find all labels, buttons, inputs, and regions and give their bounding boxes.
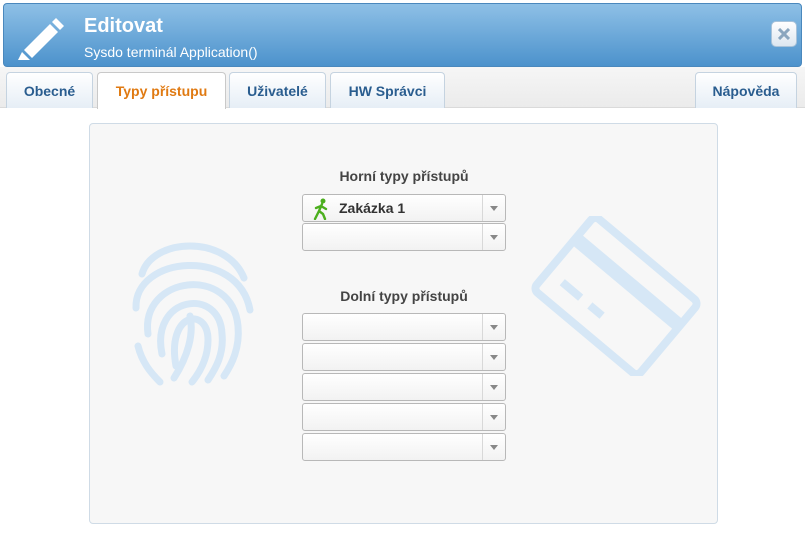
dialog-header: Editovat Sysdo terminál Application() [3, 3, 802, 67]
lower-access-select-4[interactable] [302, 403, 506, 431]
tab-typy-pristupu[interactable]: Typy přístupu [97, 72, 226, 109]
lower-access-select-5[interactable] [302, 433, 506, 461]
card-icon [531, 216, 701, 376]
tab-hw-spravci[interactable]: HW Správci [330, 72, 445, 108]
pencil-icon [18, 18, 64, 60]
lower-access-types-title: Dolní typy přístupů [340, 288, 468, 304]
dialog-subtitle: Sysdo terminál Application() [84, 44, 258, 60]
chevron-down-icon[interactable] [482, 434, 505, 460]
upper-access-select-2[interactable] [302, 223, 506, 251]
chevron-down-icon[interactable] [482, 224, 505, 250]
select-value: Zakázka 1 [339, 200, 406, 216]
tab-bar: Obecné Typy přístupu Uživatelé HW Správc… [0, 67, 805, 109]
chevron-down-icon[interactable] [482, 404, 505, 430]
chevron-down-icon[interactable] [482, 314, 505, 340]
chevron-down-icon[interactable] [482, 344, 505, 370]
tab-obecne[interactable]: Obecné [6, 72, 93, 108]
chevron-down-icon[interactable] [482, 195, 505, 221]
dialog-title: Editovat [84, 15, 163, 37]
tab-uzivatele[interactable]: Uživatelé [229, 72, 326, 108]
tab-napoveda[interactable]: Nápověda [695, 72, 797, 108]
upper-access-types-title: Horní typy přístupů [339, 168, 469, 184]
upper-access-select-1[interactable]: Zakázka 1 [302, 194, 506, 222]
lower-access-select-1[interactable] [302, 313, 506, 341]
lower-access-select-2[interactable] [302, 343, 506, 371]
chevron-down-icon[interactable] [482, 374, 505, 400]
lower-access-select-3[interactable] [302, 373, 506, 401]
close-button[interactable] [771, 21, 797, 47]
fingerprint-icon [132, 242, 254, 386]
walking-person-icon [313, 198, 328, 220]
edit-dialog: Editovat Sysdo terminál Application() Ob… [0, 0, 805, 552]
close-icon [778, 28, 790, 40]
access-types-panel: Horní typy přístupů Zakázka 1 Dolní typy… [89, 123, 718, 524]
